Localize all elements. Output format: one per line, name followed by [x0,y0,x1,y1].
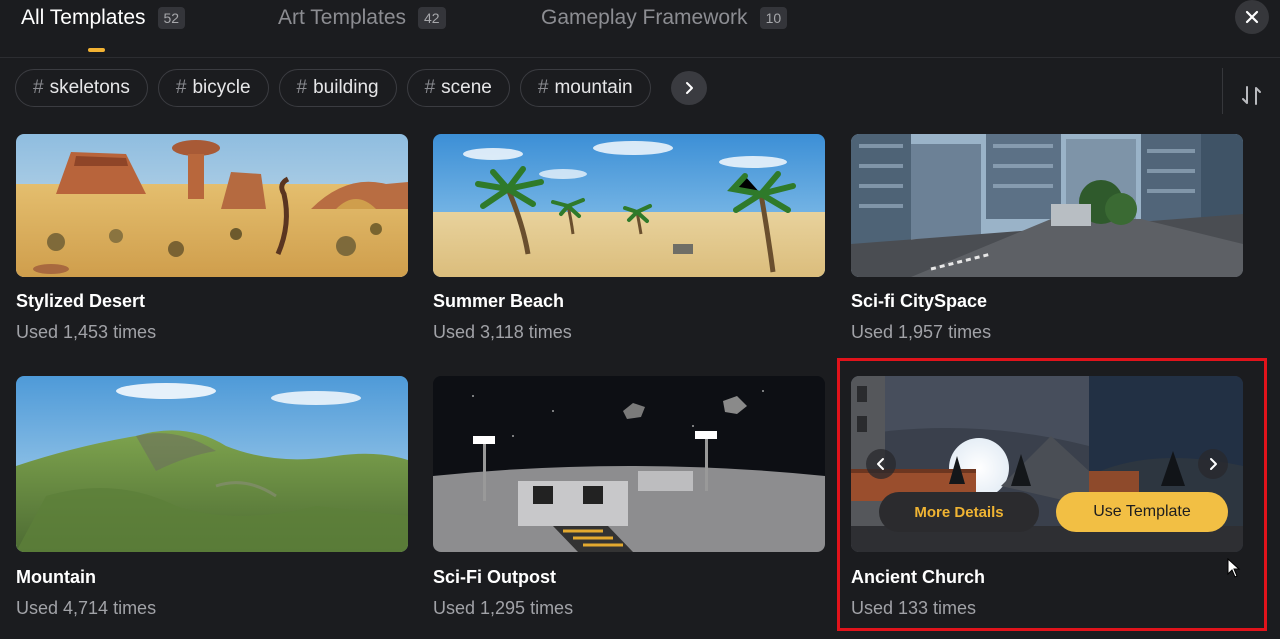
hash-symbol: # [33,77,44,98]
tag-filter-row: # skeletons # bicycle # building # scene # mo… [15,69,651,107]
template-usage-count: Used 4,714 times [16,598,157,618]
tag-label: bicycle [192,77,251,98]
template-card[interactable] [433,376,825,552]
chevron-right-icon [686,82,693,94]
tags-scroll-next-button[interactable] [671,71,707,105]
tag-building[interactable]: # building [278,69,397,107]
desert-image [16,134,408,277]
outpost-image [433,376,825,552]
tag-skeletons[interactable]: # skeletons [15,69,148,107]
hash-symbol: # [424,77,436,98]
tab-label: All Templates [21,6,146,29]
tag-label: skeletons [49,77,130,98]
tab-count-badge: 10 [759,7,788,29]
tag-scene[interactable]: # scene [406,69,510,107]
close-icon [1245,10,1259,24]
pointer-icon [1227,557,1241,578]
highlight-box [837,358,1267,631]
mouse-cursor [1227,557,1241,583]
tab-gameplay-framework[interactable]: Gameplay Framework 10 [541,5,788,31]
template-card[interactable] [16,134,408,277]
template-thumbnail-outpost[interactable] [433,376,825,552]
template-usage-count: Used 3,118 times [433,322,572,342]
hash-symbol: # [537,77,549,98]
tab-count-badge: 42 [418,7,446,29]
hash-symbol: # [175,77,187,98]
close-button[interactable] [1235,0,1269,34]
mountain-image [16,376,408,552]
tab-art-templates[interactable]: Art Templates 42 [278,5,446,31]
template-thumbnail-cityspace[interactable] [851,134,1243,277]
cityspace-image [851,134,1243,277]
template-title: Mountain [16,567,96,587]
template-title: Summer Beach [433,291,565,311]
tag-bicycle[interactable]: # bicycle [157,69,269,107]
template-thumbnail-desert[interactable] [16,134,408,277]
beach-image [433,134,825,277]
tag-label: mountain [554,77,633,98]
sort-icon [1242,86,1261,105]
template-card[interactable] [851,134,1243,277]
template-usage-count: Used 1,957 times [851,322,992,342]
template-tabs: All Templates 52 Art Templates 42 Gamepl… [0,0,1280,58]
template-thumbnail-mountain[interactable] [16,376,408,552]
toolbar-divider [1222,68,1223,114]
hash-symbol: # [296,77,308,98]
template-usage-count: Used 1,295 times [433,598,574,618]
tab-count-badge: 52 [157,7,186,29]
tab-label: Gameplay Framework [541,6,748,29]
tag-label: building [313,77,379,98]
tag-mountain[interactable]: # mountain [519,69,651,107]
template-thumbnail-beach[interactable] [433,134,825,277]
template-title: Sci-fi CitySpace [851,291,988,311]
template-card[interactable] [433,134,825,277]
template-card[interactable] [16,376,408,552]
sort-button[interactable] [1240,84,1264,108]
template-title: Stylized Desert [16,291,146,311]
tag-label: scene [441,77,492,98]
template-title: Sci-Fi Outpost [433,567,556,587]
template-usage-count: Used 1,453 times [16,322,157,342]
active-tab-indicator [88,48,105,52]
tab-label: Art Templates [278,6,406,29]
tab-all-templates[interactable]: All Templates 52 [21,5,186,31]
